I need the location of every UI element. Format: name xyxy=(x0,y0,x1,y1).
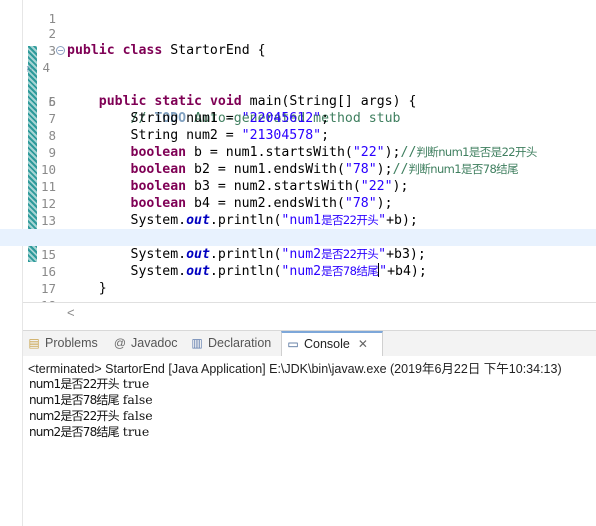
editor-horizontal-scrollbar[interactable]: < xyxy=(23,302,596,323)
code-line[interactable]: 13 System.out.println("num1是否78结尾"+b2); xyxy=(0,195,596,245)
javadoc-icon: @ xyxy=(113,336,127,350)
code-line[interactable]: 9 boolean b2 = num1.endsWith("78");//判断n… xyxy=(0,127,596,177)
tab-label: Declaration xyxy=(208,336,272,350)
close-icon[interactable]: ✕ xyxy=(358,337,368,351)
output-label: num2是否22开头 xyxy=(29,409,120,423)
code-line-current[interactable]: 15 System.out.println("num2是否78结尾"+b4); xyxy=(0,229,596,279)
output-value: false xyxy=(122,392,153,407)
fold-toggle-icon[interactable]: − xyxy=(56,46,65,55)
code-line[interactable]: 3 xyxy=(0,25,596,58)
output-value: true xyxy=(122,424,150,439)
code-line[interactable]: 12 System.out.println("num1是否22开头"+b); xyxy=(0,178,596,228)
console-status: <terminated> StartorEnd [Java Applicatio… xyxy=(28,362,562,376)
tab-javadoc[interactable]: @ Javadoc xyxy=(113,331,178,356)
scroll-left-arrow-icon[interactable]: < xyxy=(67,305,75,320)
code-line[interactable]: 4 − public static void main(String[] arg… xyxy=(0,42,596,109)
tab-label: Console xyxy=(304,337,350,351)
console-output-line: num2是否22开头 false xyxy=(29,408,153,424)
tab-declaration[interactable]: ▥ Declaration xyxy=(190,331,271,356)
tab-console[interactable]: ▭ Console ✕ xyxy=(281,331,383,357)
console-output-line: num1是否78结尾 false xyxy=(29,392,153,408)
tab-problems[interactable]: ▤ Problems xyxy=(27,331,98,356)
view-tab-bar: ▤ Problems @ Javadoc ▥ Declaration ▭ Console… xyxy=(23,330,596,357)
code-line[interactable]: 6 String num1 = "22045612"; xyxy=(0,76,596,126)
declaration-icon: ▥ xyxy=(191,336,203,350)
code-line[interactable]: ⚐ 5 // TODO Auto-generated method stub xyxy=(0,59,596,126)
code-line[interactable]: 14 System.out.println("num2是否22开头"+b3); xyxy=(0,212,596,262)
code-editor[interactable]: 1 2 public class StartorEnd { 3 4 − publ… xyxy=(0,0,596,302)
console-icon: ▭ xyxy=(287,337,299,351)
output-label: num1是否78结尾 xyxy=(29,393,120,407)
code-line[interactable]: 2 public class StartorEnd { xyxy=(0,8,596,58)
code-line[interactable]: 11 boolean b4 = num2.endsWith("78"); xyxy=(0,161,596,211)
tab-label: Javadoc xyxy=(131,336,178,350)
code-line[interactable]: 18 } xyxy=(0,280,596,302)
console-output-line: num1是否22开头 true xyxy=(29,376,149,392)
output-label: num2是否78结尾 xyxy=(29,425,120,439)
console-output-line: num2是否78结尾 true xyxy=(29,424,149,440)
tab-label: Problems xyxy=(45,336,98,350)
console-view[interactable]: <terminated> StartorEnd [Java Applicatio… xyxy=(23,356,596,526)
output-label: num1是否22开头 xyxy=(29,377,120,391)
code-line[interactable]: 16 } xyxy=(0,246,596,296)
code-line[interactable]: 7 String num2 = "21304578"; xyxy=(0,93,596,143)
code-line[interactable]: 17 xyxy=(0,263,596,296)
code-line[interactable]: 8 boolean b = num1.startsWith("22");//判断… xyxy=(0,110,596,160)
output-value: true xyxy=(122,376,150,391)
output-value: false xyxy=(122,408,153,423)
code-line[interactable]: 10 boolean b3 = num2.startsWith("22"); xyxy=(0,144,596,194)
problems-icon: ▤ xyxy=(28,336,40,350)
